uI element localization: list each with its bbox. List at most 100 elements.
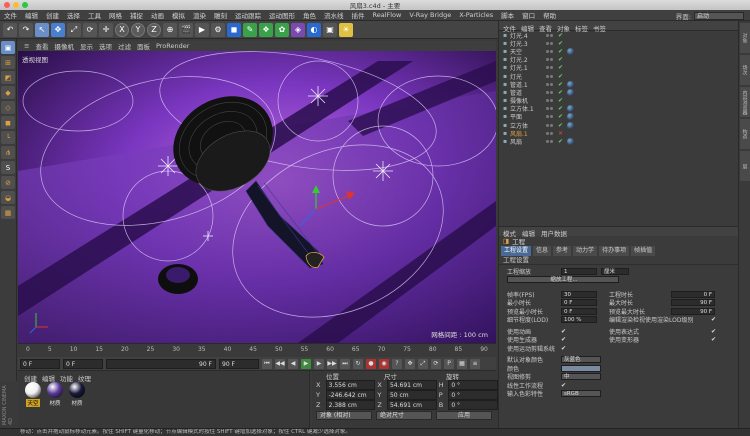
- visibility-dots[interactable]: [546, 74, 558, 78]
- menu-item[interactable]: 插件: [348, 10, 369, 20]
- menu-item[interactable]: 文件: [0, 10, 21, 20]
- menu-item[interactable]: 窗口: [518, 10, 539, 20]
- visibility-dots[interactable]: [546, 99, 558, 103]
- viewport-menu-item[interactable]: 查看: [35, 41, 48, 51]
- visibility-dots[interactable]: [546, 49, 558, 53]
- goto-start-icon[interactable]: ⏮: [262, 358, 272, 369]
- scale-icon[interactable]: ⤢: [67, 22, 81, 37]
- prev-frame-icon[interactable]: ◀: [288, 358, 298, 369]
- lock-icon[interactable]: ⊘: [1, 176, 15, 189]
- use-generators-checkbox[interactable]: ✔: [561, 336, 566, 343]
- move-key-icon[interactable]: ✥: [405, 358, 415, 369]
- attribute-tab[interactable]: 工程设置: [501, 246, 532, 256]
- size-field[interactable]: 50 cm: [386, 390, 437, 400]
- render-picture-viewer-icon[interactable]: ▶: [195, 22, 209, 37]
- environment-icon[interactable]: ◐: [307, 22, 321, 37]
- timeline[interactable]: 0 5 10 15 20 25 30 35 40 45 50 55 60 65 70 75 80 85 90: [18, 343, 496, 357]
- menu-item[interactable]: 选择: [63, 10, 84, 20]
- color-swatch[interactable]: [561, 364, 601, 372]
- menu-item[interactable]: X-Particles: [455, 11, 497, 19]
- linear-workflow-checkbox[interactable]: ✔: [561, 382, 566, 389]
- viewport-menu-item[interactable]: ProRender: [156, 42, 189, 50]
- material-item[interactable]: 材质: [68, 382, 86, 407]
- grid-icon[interactable]: ▦: [1, 206, 15, 219]
- menu-item[interactable]: 运动跟踪: [231, 10, 265, 20]
- recent-tool-icon[interactable]: ✛: [99, 22, 113, 37]
- visibility-dots[interactable]: [546, 107, 558, 111]
- use-deformers-checkbox[interactable]: ✔: [711, 336, 716, 343]
- project-scale-field[interactable]: 1: [561, 267, 597, 275]
- menu-item[interactable]: 帮助: [539, 10, 560, 20]
- loop-icon[interactable]: ↻: [353, 358, 363, 369]
- visibility-dots[interactable]: [546, 82, 558, 86]
- menu-item[interactable]: 工具: [84, 10, 105, 20]
- menu-item[interactable]: 动画: [147, 10, 168, 20]
- next-key-icon[interactable]: ▶▶: [327, 358, 337, 369]
- visibility-dots[interactable]: [546, 90, 558, 94]
- attribute-tab[interactable]: 参考: [553, 246, 572, 256]
- min-time-field[interactable]: 0 F: [561, 299, 597, 307]
- material-preview[interactable]: [69, 382, 85, 398]
- enabled-check-icon[interactable]: ✔: [558, 81, 566, 88]
- rotate-icon[interactable]: ⟳: [83, 22, 97, 37]
- prev-key-icon[interactable]: ◀◀: [275, 358, 285, 369]
- solo-icon[interactable]: S: [1, 161, 15, 174]
- cloner-icon[interactable]: ✿: [275, 22, 289, 37]
- visibility-dots[interactable]: [546, 41, 558, 45]
- menu-item[interactable]: 运动图形: [265, 10, 299, 20]
- render-view-icon[interactable]: 🎬: [179, 22, 193, 37]
- attribute-menu-item[interactable]: 用户数据: [541, 228, 567, 238]
- material-menu-item[interactable]: 纹理: [78, 373, 91, 383]
- object-menu-item[interactable]: 编辑: [521, 23, 534, 33]
- material-preview[interactable]: [25, 382, 41, 398]
- size-field[interactable]: 54.691 cm: [386, 380, 437, 390]
- menu-item[interactable]: 编辑: [21, 10, 42, 20]
- enabled-check-icon[interactable]: ✔: [558, 64, 566, 71]
- material-preview[interactable]: [47, 382, 63, 398]
- material-tag-icon[interactable]: [567, 80, 574, 88]
- enabled-check-icon[interactable]: ✔: [558, 89, 566, 96]
- record-icon[interactable]: ●: [366, 358, 376, 369]
- next-frame-icon[interactable]: ▶: [314, 358, 324, 369]
- current-frame-field[interactable]: 0 F: [20, 358, 60, 369]
- pen-icon[interactable]: ✎: [243, 22, 257, 37]
- enabled-check-icon[interactable]: ✔: [558, 122, 566, 129]
- attribute-menu-item[interactable]: 模式: [503, 228, 516, 238]
- viewport-menu-icon[interactable]: ≡: [24, 42, 29, 50]
- side-tab[interactable]: 场次: [740, 55, 750, 85]
- attribute-tab[interactable]: 帧插值: [631, 246, 656, 256]
- camera-icon[interactable]: ▣: [323, 22, 337, 37]
- interface-dropdown[interactable]: 启动: [694, 12, 744, 20]
- visibility-dots[interactable]: [546, 115, 558, 119]
- use-motion-checkbox[interactable]: ✔: [561, 345, 566, 352]
- lod-field[interactable]: 100 %: [561, 316, 597, 324]
- texture-mode-icon[interactable]: ⊞: [1, 56, 15, 69]
- visibility-dots[interactable]: [546, 123, 558, 127]
- menu-item[interactable]: 角色: [299, 10, 320, 20]
- model-mode-icon[interactable]: ▣: [1, 41, 15, 54]
- enabled-check-icon[interactable]: ✔: [558, 32, 566, 39]
- start-frame-field[interactable]: 0 F: [63, 358, 103, 369]
- object-menu-item[interactable]: 查看: [539, 23, 552, 33]
- menu-item[interactable]: 雕刻: [210, 10, 231, 20]
- viewport-menu-item[interactable]: 过滤: [118, 41, 131, 51]
- material-item[interactable]: 天空: [24, 382, 42, 407]
- material-tag-icon[interactable]: [567, 113, 574, 121]
- side-tab[interactable]: 构造: [740, 119, 750, 149]
- visibility-dots[interactable]: [546, 66, 558, 70]
- object-row[interactable]: ▪ 风扇 ✔: [499, 137, 738, 146]
- rotation-field[interactable]: 0 °: [448, 380, 499, 390]
- use-animation-checkbox[interactable]: ✔: [561, 328, 566, 335]
- attribute-tab[interactable]: 动力学: [573, 246, 598, 256]
- menu-item[interactable]: 捕捉: [126, 10, 147, 20]
- object-menu-item[interactable]: 标签: [575, 23, 588, 33]
- side-tab[interactable]: 层: [740, 151, 750, 181]
- object-menu-item[interactable]: 书签: [593, 23, 606, 33]
- material-tag-icon[interactable]: [567, 88, 574, 96]
- material-menu-item[interactable]: 创建: [24, 373, 37, 383]
- material-item[interactable]: 材质: [46, 382, 64, 407]
- menu-item[interactable]: RealFlow: [369, 11, 406, 19]
- axis-mode-icon[interactable]: └: [1, 131, 15, 144]
- attribute-menu-item[interactable]: 编辑: [522, 228, 535, 238]
- coordinate-system-icon[interactable]: ⊕: [163, 22, 177, 37]
